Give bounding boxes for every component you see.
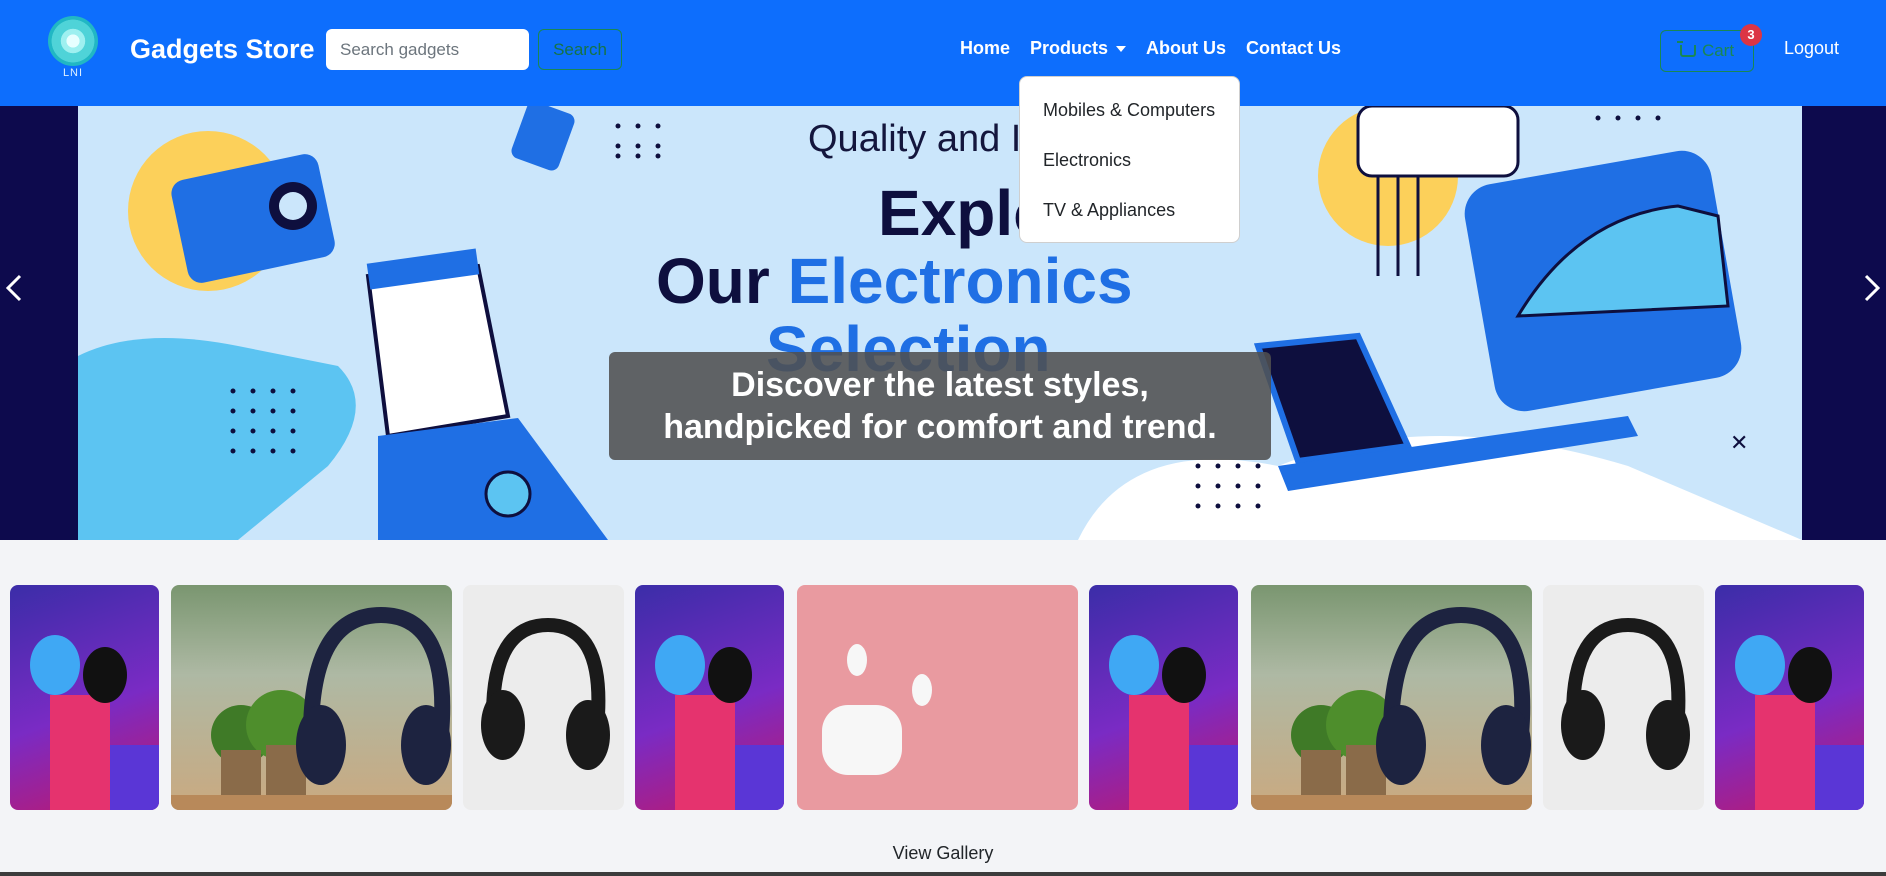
brand-name[interactable]: Gadgets Store (130, 34, 315, 65)
cart-label: Cart (1701, 41, 1735, 60)
nav-products[interactable]: Products (1030, 38, 1127, 64)
hero-caption: Discover the latest styles, handpicked f… (609, 352, 1271, 460)
banner-headline-3: Our Electronics (656, 244, 1133, 318)
nav-home[interactable]: Home (960, 38, 1010, 64)
products-dropdown-menu: Mobiles & Computers Electronics TV & App… (1019, 76, 1240, 243)
dropdown-item-mobiles[interactable]: Mobiles & Computers (1020, 89, 1239, 139)
gallery-thumb-airpods[interactable] (797, 585, 1078, 810)
gallery-thumb-earbuds[interactable] (1715, 585, 1864, 810)
chevron-right-icon[interactable] (1846, 258, 1886, 318)
hero-caption-line2: handpicked for comfort and trend. (663, 408, 1217, 446)
navbar: LNI Gadgets Store Search Home Products A… (0, 0, 1886, 106)
gallery-thumb-black-headphones[interactable] (1543, 585, 1704, 810)
dropdown-item-electronics[interactable]: Electronics (1020, 139, 1239, 189)
view-gallery-link[interactable]: View Gallery (0, 843, 1886, 864)
brand-logo-icon[interactable] (48, 16, 98, 66)
banner-headline-3b: Electronics (787, 245, 1133, 317)
gallery-thumb-black-headphones[interactable] (463, 585, 624, 810)
cart-icon (1676, 41, 1696, 57)
bottom-border (0, 872, 1886, 876)
logout-link[interactable]: Logout (1784, 38, 1839, 59)
gallery-thumb-earbuds[interactable] (10, 585, 159, 810)
svg-text:✕: ✕ (1730, 431, 1748, 456)
hero-carousel: ✕ Quality and Inno Explor Our Electronic… (0, 106, 1886, 540)
banner-headline-3a: Our (656, 245, 788, 317)
gallery-thumb-earbuds[interactable] (1089, 585, 1238, 810)
gallery-thumb-earbuds[interactable] (635, 585, 784, 810)
nav-about[interactable]: About Us (1146, 38, 1226, 64)
gallery-thumb-headphones-stand[interactable] (171, 585, 452, 810)
dropdown-item-tv-appliances[interactable]: TV & Appliances (1020, 189, 1239, 239)
nav-contact[interactable]: Contact Us (1246, 38, 1341, 64)
hero-banner-image: ✕ Quality and Inno Explor Our Electronic… (78, 106, 1802, 540)
search-input[interactable] (326, 29, 529, 70)
caret-down-icon (1116, 46, 1127, 53)
nav-links: Home Products About Us Contact Us (960, 38, 1361, 64)
brand-logo-text: LNI (62, 67, 84, 79)
search-button[interactable]: Search (538, 29, 622, 70)
cart-count-badge: 3 (1740, 24, 1762, 46)
gallery-thumb-headphones-stand[interactable] (1251, 585, 1532, 810)
gallery-strip: View Gallery (0, 540, 1886, 876)
chevron-left-icon[interactable] (0, 258, 40, 318)
nav-products-label: Products (1030, 38, 1109, 58)
hero-caption-line1: Discover the latest styles, (731, 366, 1149, 404)
